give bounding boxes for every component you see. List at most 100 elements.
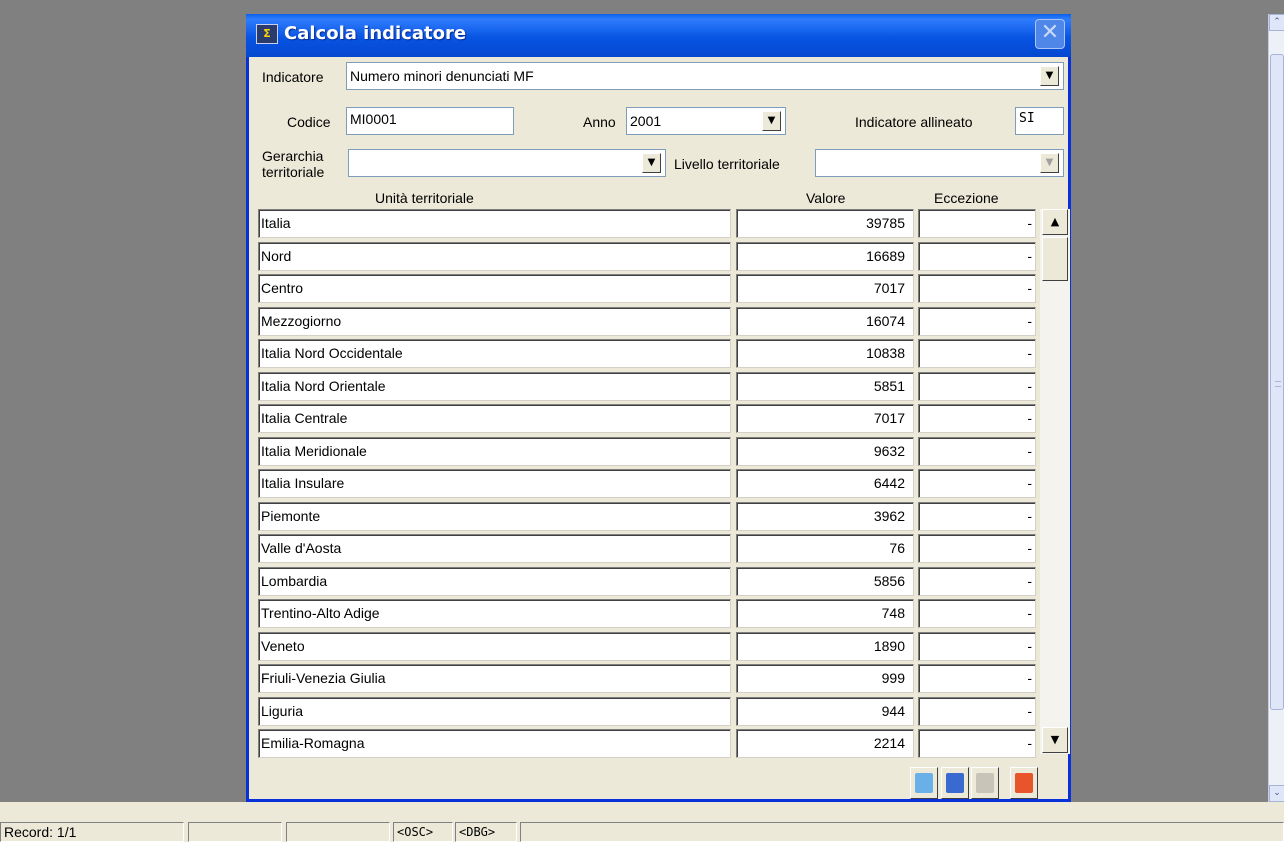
exception-cell[interactable]: - <box>918 534 1036 563</box>
exit-button[interactable] <box>1010 767 1038 799</box>
unit-cell[interactable]: Piemonte <box>258 501 731 531</box>
scroll-down-button[interactable]: ▼ <box>1042 727 1068 753</box>
value-cell[interactable]: 16074 <box>736 306 914 336</box>
value-cell[interactable]: 3962 <box>736 501 914 531</box>
anno-select[interactable]: 2001 ▼ <box>626 107 786 135</box>
unit-cell[interactable]: Mezzogiorno <box>258 306 731 336</box>
exception-cell[interactable]: - <box>918 469 1036 498</box>
save-button[interactable] <box>971 767 999 799</box>
unit-cell[interactable]: Italia <box>258 209 731 238</box>
gerarchia-label-line2: territoriale <box>262 164 325 180</box>
unit-cell[interactable]: Valle d'Aosta <box>258 534 731 563</box>
value-cell[interactable]: 5856 <box>736 566 914 596</box>
value-cell[interactable]: 7017 <box>736 274 914 303</box>
exception-cell[interactable]: - <box>918 339 1036 368</box>
value-cell[interactable]: 10838 <box>736 339 914 368</box>
value-cell[interactable]: 16689 <box>736 241 914 271</box>
status-panel-3 <box>286 822 390 842</box>
unit-cell[interactable]: Italia Nord Orientale <box>258 371 731 401</box>
chevron-down-icon[interactable]: ▼ <box>762 111 781 131</box>
indicatore-value: Numero minori denunciati MF <box>350 68 534 84</box>
record-indicator: Record: 1/1 <box>0 822 184 842</box>
app-scroll-thumb[interactable] <box>1270 54 1284 710</box>
anno-label: Anno <box>583 114 616 130</box>
livello-select[interactable]: ▼ <box>815 149 1064 177</box>
calculate-button[interactable] <box>910 767 938 799</box>
indicatore-select[interactable]: Numero minori denunciati MF ▼ <box>346 62 1064 90</box>
codice-input[interactable]: MI0001 <box>346 107 514 135</box>
value-cell[interactable]: 39785 <box>736 209 914 238</box>
exception-cell[interactable]: - <box>918 729 1036 758</box>
chevron-down-icon[interactable]: ▼ <box>642 153 661 173</box>
window-title: Calcola indicatore <box>284 23 467 44</box>
unit-cell[interactable]: Trentino-Alto Adige <box>258 599 731 628</box>
indicatore-label: Indicatore <box>262 69 324 85</box>
gerarchia-select[interactable]: ▼ <box>348 149 666 177</box>
app-icon: Σ <box>256 24 278 44</box>
gerarchia-label: Gerarchia territoriale <box>262 148 324 180</box>
livello-label: Livello territoriale <box>674 156 780 172</box>
grid-scroll-thumb[interactable] <box>1042 237 1068 281</box>
osc-indicator: <OSC> <box>393 822 453 842</box>
allineato-field[interactable]: SI <box>1015 107 1064 135</box>
app-scroll-up-button[interactable]: ⌃ <box>1269 14 1284 31</box>
exception-cell[interactable]: - <box>918 664 1036 693</box>
anno-value: 2001 <box>630 113 662 129</box>
exception-cell[interactable]: - <box>918 404 1036 433</box>
close-button[interactable]: ✕ <box>1035 19 1065 49</box>
value-cell[interactable]: 748 <box>736 599 914 628</box>
value-cell[interactable]: 7017 <box>736 404 914 433</box>
header-unita: Unità territoriale <box>375 190 474 206</box>
exception-cell[interactable]: - <box>918 241 1036 271</box>
title-bar[interactable]: Σ Calcola indicatore ✕ <box>246 14 1071 57</box>
exception-cell[interactable]: - <box>918 566 1036 596</box>
exception-cell[interactable]: - <box>918 371 1036 401</box>
status-panel-2 <box>188 822 282 842</box>
exception-cell[interactable]: - <box>918 501 1036 531</box>
gerarchia-label-line1: Gerarchia <box>262 148 324 164</box>
codice-label: Codice <box>287 114 331 130</box>
exception-cell[interactable]: - <box>918 436 1036 466</box>
unit-cell[interactable]: Italia Insulare <box>258 469 731 498</box>
exception-cell[interactable]: - <box>918 599 1036 628</box>
unit-cell[interactable]: Nord <box>258 241 731 271</box>
unit-cell[interactable]: Italia Centrale <box>258 404 731 433</box>
unit-cell[interactable]: Liguria <box>258 696 731 726</box>
chevron-down-icon[interactable]: ▼ <box>1040 153 1059 173</box>
chevron-down-icon[interactable]: ▼ <box>1040 66 1059 86</box>
unit-cell[interactable]: Emilia-Romagna <box>258 729 731 758</box>
value-cell[interactable]: 2214 <box>736 729 914 758</box>
unit-cell[interactable]: Friuli-Venezia Giulia <box>258 664 731 693</box>
unit-cell[interactable]: Italia Nord Occidentale <box>258 339 731 368</box>
value-cell[interactable]: 999 <box>736 664 914 693</box>
dbg-indicator: <DBG> <box>455 822 517 842</box>
header-valore: Valore <box>806 190 846 206</box>
unit-cell[interactable]: Veneto <box>258 631 731 661</box>
exception-cell[interactable]: - <box>918 209 1036 238</box>
grid-vertical-scrollbar[interactable]: ▲ ▼ <box>1040 209 1070 754</box>
exception-cell[interactable]: - <box>918 696 1036 726</box>
value-cell[interactable]: 76 <box>736 534 914 563</box>
unit-cell[interactable]: Italia Meridionale <box>258 436 731 466</box>
grip-icon <box>1275 381 1281 387</box>
exception-cell[interactable]: - <box>918 306 1036 336</box>
unit-cell[interactable]: Lombardia <box>258 566 731 596</box>
value-cell[interactable]: 1890 <box>736 631 914 661</box>
exception-cell[interactable]: - <box>918 274 1036 303</box>
value-cell[interactable]: 5851 <box>736 371 914 401</box>
exception-cell[interactable]: - <box>918 631 1036 661</box>
value-cell[interactable]: 9632 <box>736 436 914 466</box>
grid-icon <box>946 773 964 793</box>
unit-cell[interactable]: Centro <box>258 274 731 303</box>
status-panel-6 <box>520 822 1284 842</box>
calculate-icon <box>915 773 933 793</box>
grid-button[interactable] <box>941 767 969 799</box>
app-scroll-down-button[interactable]: ⌄ <box>1269 785 1284 802</box>
allineato-label: Indicatore allineato <box>855 114 973 130</box>
save-icon <box>976 773 994 793</box>
header-eccezione: Eccezione <box>934 190 999 206</box>
app-vertical-scrollbar[interactable]: ⌃ ⌄ <box>1268 14 1284 802</box>
value-cell[interactable]: 6442 <box>736 469 914 498</box>
value-cell[interactable]: 944 <box>736 696 914 726</box>
scroll-up-button[interactable]: ▲ <box>1042 209 1068 235</box>
